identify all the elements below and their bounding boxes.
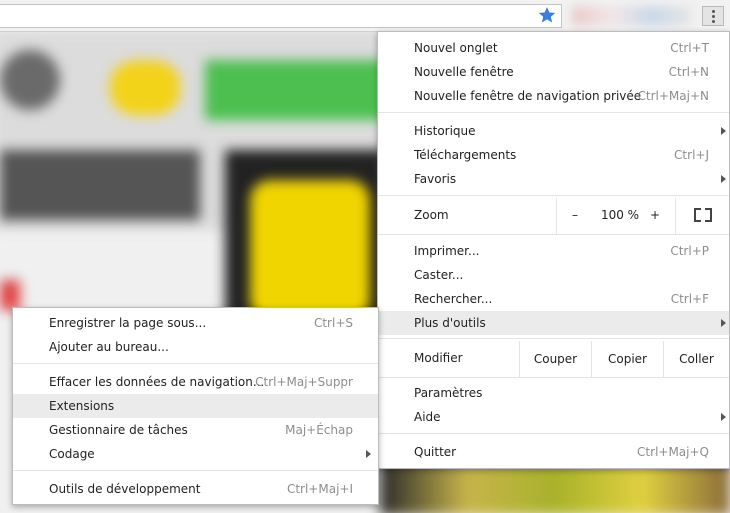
paste-button[interactable]: Coller bbox=[663, 341, 729, 377]
menu-item-label: Paramètres bbox=[414, 386, 483, 400]
submenu-item-extensions[interactable]: Extensions bbox=[13, 394, 378, 418]
edit-row: Modifier Couper Copier Coller bbox=[378, 341, 729, 377]
bookmark-star-icon[interactable] bbox=[537, 5, 557, 25]
submenu-item-task-manager[interactable]: Gestionnaire de tâches Maj+Échap bbox=[13, 418, 378, 442]
zoom-row: Zoom – 100 % + bbox=[378, 198, 729, 234]
kebab-dot-icon bbox=[712, 20, 715, 23]
shortcut-label: Ctrl+N bbox=[668, 65, 709, 79]
menu-divider bbox=[378, 433, 729, 434]
menu-item-print[interactable]: Imprimer... Ctrl+P bbox=[378, 239, 729, 263]
menu-divider bbox=[13, 470, 378, 471]
submenu-arrow-icon bbox=[721, 319, 726, 327]
submenu-item-add-to-desktop[interactable]: Ajouter au bureau... bbox=[13, 335, 378, 359]
shortcut-label: Ctrl+P bbox=[670, 244, 709, 258]
edit-label: Modifier bbox=[414, 351, 463, 365]
shortcut-label: Ctrl+J bbox=[674, 148, 709, 162]
menu-item-label: Historique bbox=[414, 124, 476, 138]
more-tools-submenu: Enregistrer la page sous... Ctrl+S Ajout… bbox=[12, 307, 379, 505]
menu-item-label: Quitter bbox=[414, 445, 457, 459]
menu-item-more-tools[interactable]: Plus d'outils bbox=[378, 311, 729, 335]
menu-item-label: Codage bbox=[49, 447, 95, 461]
menu-item-find[interactable]: Rechercher... Ctrl+F bbox=[378, 287, 729, 311]
menu-item-label: Nouvelle fenêtre bbox=[414, 65, 514, 79]
kebab-dot-icon bbox=[712, 15, 715, 18]
shortcut-label: Ctrl+T bbox=[670, 41, 709, 55]
menu-item-cast[interactable]: Caster... bbox=[378, 263, 729, 287]
shortcut-label: Ctrl+Maj+I bbox=[286, 482, 353, 496]
zoom-in-button[interactable]: + bbox=[645, 208, 665, 222]
menu-item-quit[interactable]: Quitter Ctrl+Maj+Q bbox=[378, 440, 729, 464]
zoom-label: Zoom bbox=[414, 208, 449, 222]
zoom-out-button[interactable]: – bbox=[565, 208, 585, 222]
submenu-arrow-icon bbox=[721, 175, 726, 183]
menu-item-label: Plus d'outils bbox=[414, 316, 486, 330]
menu-item-downloads[interactable]: Téléchargements Ctrl+J bbox=[378, 143, 729, 167]
menu-item-label: Téléchargements bbox=[414, 148, 517, 162]
submenu-arrow-icon bbox=[721, 127, 726, 135]
menu-item-label: Outils de développement bbox=[49, 482, 201, 496]
menu-item-history[interactable]: Historique bbox=[378, 119, 729, 143]
submenu-item-encoding[interactable]: Codage bbox=[13, 442, 378, 466]
menu-item-new-tab[interactable]: Nouvel onglet Ctrl+T bbox=[378, 36, 729, 60]
shortcut-label: Ctrl+Maj+Suppr bbox=[255, 375, 353, 389]
kebab-dot-icon bbox=[712, 10, 715, 13]
shortcut-label: Ctrl+S bbox=[313, 316, 353, 330]
menu-item-label: Caster... bbox=[414, 268, 464, 282]
main-menu: Nouvel onglet Ctrl+T Nouvelle fenêtre Ct… bbox=[377, 31, 730, 469]
zoom-level: 100 % bbox=[600, 208, 640, 222]
menu-divider bbox=[378, 377, 729, 378]
browser-toolbar bbox=[0, 0, 730, 32]
menu-item-label: Enregistrer la page sous... bbox=[49, 316, 207, 330]
copy-button[interactable]: Copier bbox=[591, 341, 663, 377]
zoom-controls: – 100 % + bbox=[556, 198, 676, 234]
menu-divider bbox=[378, 234, 729, 235]
menu-button[interactable] bbox=[702, 6, 724, 26]
shortcut-label: Ctrl+Maj+N bbox=[637, 89, 709, 103]
menu-divider bbox=[378, 338, 729, 339]
shortcut-label: Maj+Échap bbox=[285, 423, 353, 437]
extension-icons[interactable] bbox=[572, 6, 692, 26]
menu-item-label: Imprimer... bbox=[414, 244, 480, 258]
menu-item-label: Effacer les données de navigation... bbox=[49, 375, 265, 389]
submenu-item-save-page[interactable]: Enregistrer la page sous... Ctrl+S bbox=[13, 311, 378, 335]
submenu-arrow-icon bbox=[721, 413, 726, 421]
cut-button[interactable]: Couper bbox=[519, 341, 591, 377]
address-bar[interactable] bbox=[0, 4, 562, 28]
menu-item-label: Extensions bbox=[49, 399, 115, 413]
shortcut-label: Ctrl+F bbox=[670, 292, 709, 306]
menu-divider bbox=[13, 363, 378, 364]
fullscreen-icon[interactable] bbox=[694, 208, 712, 222]
menu-item-private-window[interactable]: Nouvelle fenêtre de navigation privée Ct… bbox=[378, 84, 729, 108]
menu-divider bbox=[378, 195, 729, 196]
menu-item-label: Aide bbox=[414, 410, 441, 424]
submenu-item-clear-data[interactable]: Effacer les données de navigation... Ctr… bbox=[13, 370, 378, 394]
menu-item-label: Ajouter au bureau... bbox=[49, 340, 169, 354]
menu-item-label: Nouvelle fenêtre de navigation privée bbox=[414, 89, 642, 103]
menu-item-label: Nouvel onglet bbox=[414, 41, 498, 55]
menu-item-label: Gestionnaire de tâches bbox=[49, 423, 188, 437]
menu-item-settings[interactable]: Paramètres bbox=[378, 381, 729, 405]
menu-item-help[interactable]: Aide bbox=[378, 405, 729, 429]
menu-divider bbox=[378, 112, 729, 113]
menu-item-bookmarks[interactable]: Favoris bbox=[378, 167, 729, 191]
menu-item-new-window[interactable]: Nouvelle fenêtre Ctrl+N bbox=[378, 60, 729, 84]
submenu-arrow-icon bbox=[366, 450, 371, 458]
submenu-item-dev-tools[interactable]: Outils de développement Ctrl+Maj+I bbox=[13, 477, 378, 501]
shortcut-label: Ctrl+Maj+Q bbox=[637, 445, 709, 459]
menu-item-label: Favoris bbox=[414, 172, 457, 186]
menu-item-label: Rechercher... bbox=[414, 292, 493, 306]
